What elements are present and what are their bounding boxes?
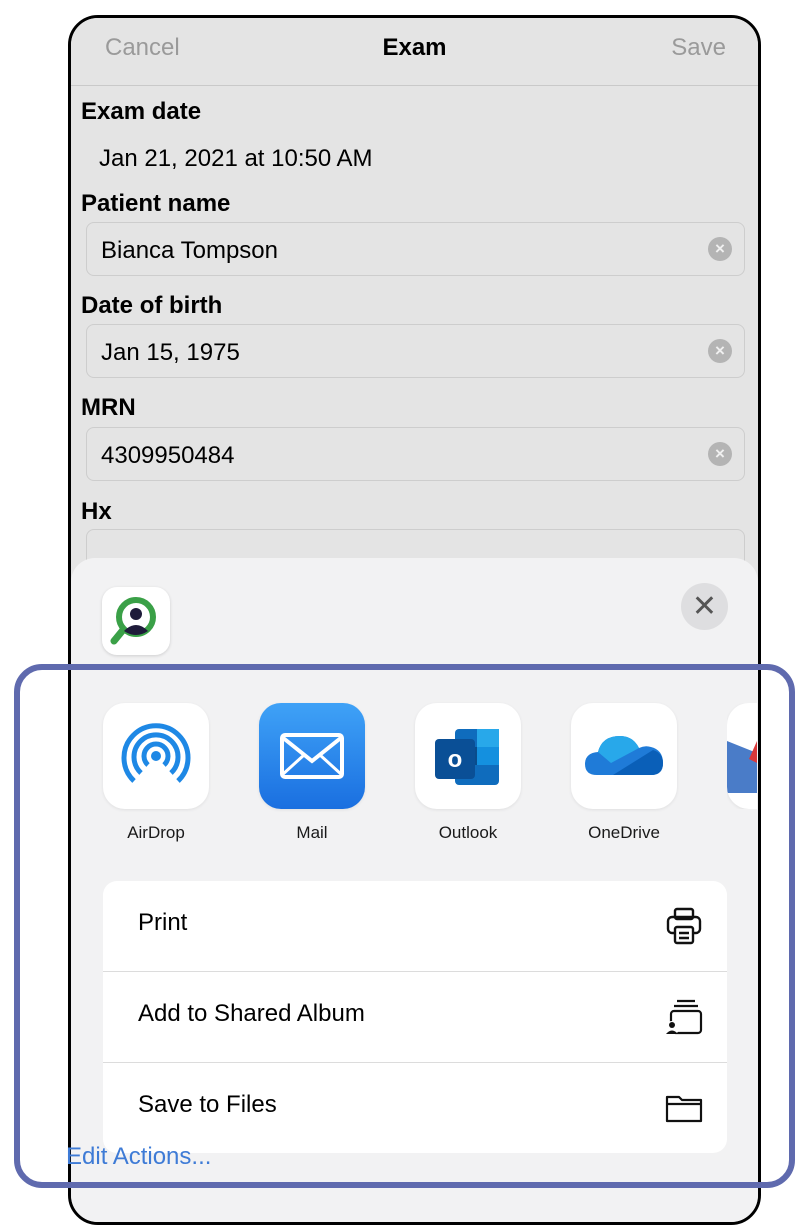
share-app-outlook[interactable]: o Outlook [415,703,525,843]
share-app-airdrop[interactable]: AirDrop [103,703,213,843]
share-sheet: ✕ AirDrop Mail o Outlook OneDrive Print … [71,558,758,1222]
patient-name-label: Patient name [81,190,231,217]
share-app-label: AirDrop [127,823,185,842]
clear-icon[interactable]: × [708,339,732,363]
exam-date-label: Exam date [81,98,202,125]
action-print[interactable]: Print [103,881,727,972]
action-label: Add to Shared Album [138,1000,365,1027]
outlook-icon: o [415,703,521,809]
mrn-label: MRN [81,394,136,421]
action-label: Save to Files [138,1091,277,1118]
share-app-onedrive[interactable]: OneDrive [571,703,681,843]
dob-label: Date of birth [81,292,223,319]
svg-text:o: o [448,746,463,773]
mail-icon [259,703,365,809]
device-frame: Cancel Exam Save Exam date Jan 21, 2021 … [68,15,761,1225]
share-app-label: Outlook [438,823,498,842]
share-app-partial[interactable] [727,703,757,809]
onedrive-icon [571,703,677,809]
dob-field[interactable]: Jan 15, 1975 × [86,324,745,378]
dob-value: Jan 15, 1975 [101,339,240,366]
page-title: Exam [382,34,447,61]
action-label: Print [138,909,188,936]
app-logo-icon [102,587,170,655]
clear-icon[interactable]: × [708,237,732,261]
mrn-field[interactable]: 4309950484 × [86,427,745,481]
nav-bar: Cancel Exam Save [71,18,758,86]
shared-album-icon [665,999,703,1035]
patient-name-field[interactable]: Bianca Tompson × [86,222,745,276]
action-add-shared-album[interactable]: Add to Shared Album [103,972,727,1063]
share-app-mail[interactable]: Mail [259,703,369,843]
action-save-to-files[interactable]: Save to Files [103,1063,727,1153]
partial-app-icon [727,703,757,809]
edit-actions-link[interactable]: Edit Actions... [66,1143,211,1171]
airdrop-icon [103,703,209,809]
share-app-label: OneDrive [588,823,660,842]
mrn-value: 4309950484 [101,442,235,469]
close-icon[interactable]: ✕ [681,583,728,630]
save-button[interactable]: Save [671,34,726,62]
share-actions-list: Print Add to Shared Album Save to Files [103,881,727,1153]
printer-icon [666,907,702,945]
clear-icon[interactable]: × [708,442,732,466]
patient-name-value: Bianca Tompson [101,237,278,264]
share-app-label: Mail [296,823,328,842]
folder-icon [665,1095,703,1123]
exam-date-value[interactable]: Jan 21, 2021 at 10:50 AM [99,145,373,173]
hx-label: Hx [81,498,112,525]
